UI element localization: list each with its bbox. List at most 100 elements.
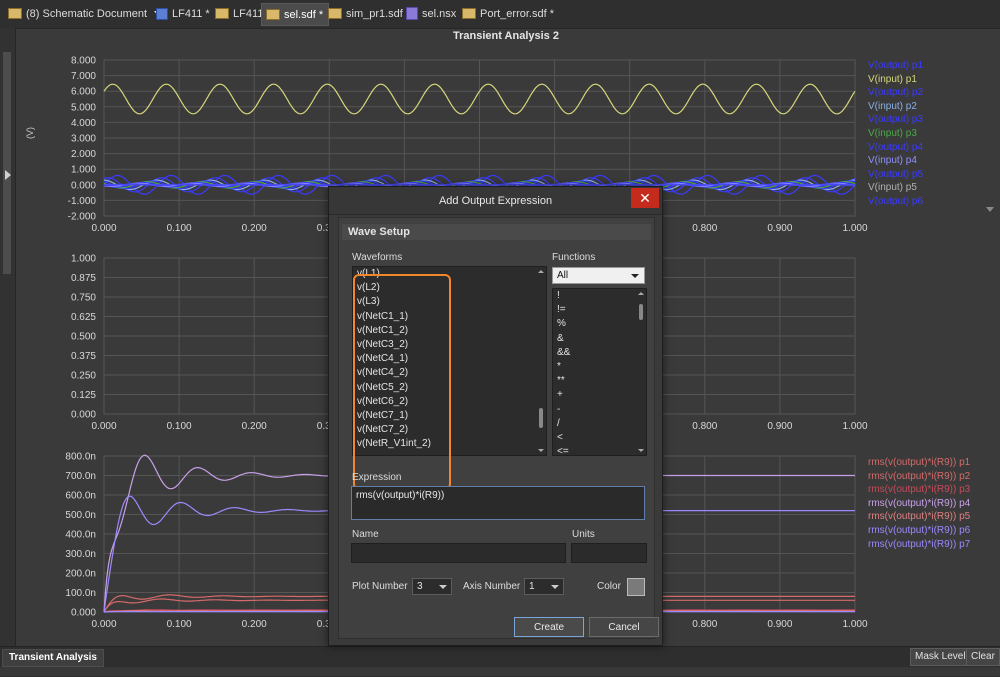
y-tick-label: 0.125 xyxy=(71,390,96,401)
tab-label: (8) Schematic Document xyxy=(26,8,147,20)
legend-entry[interactable]: rms(v(output)*i(R9)) p2 xyxy=(868,470,970,484)
y-tick-label: 0.625 xyxy=(71,312,96,323)
tab-sel-nsx[interactable]: sel.nsx xyxy=(402,3,461,24)
y-tick-label: 7.000 xyxy=(71,71,96,82)
tab-sel-sdf[interactable]: sel.sdf * xyxy=(261,3,329,26)
expand-arrow-icon[interactable] xyxy=(5,170,11,180)
tab-sim-pr1-sdf[interactable]: sim_pr1.sdf xyxy=(324,3,408,24)
scroll-down-icon[interactable] xyxy=(538,449,544,452)
tab-label: Port_error.sdf * xyxy=(480,8,554,20)
legend-entry[interactable]: V(input) p5 xyxy=(868,181,923,195)
x-tick-label: 1.000 xyxy=(842,619,867,630)
name-label: Name xyxy=(352,529,379,540)
x-tick-label: 0.000 xyxy=(91,619,116,630)
function-item[interactable]: & xyxy=(553,332,646,346)
tab-lf411-modified[interactable]: LF411 * xyxy=(152,3,215,24)
close-icon[interactable]: ✕ xyxy=(631,188,659,208)
clear-button[interactable]: Clear xyxy=(966,648,1000,666)
scroll-thumb[interactable] xyxy=(639,304,643,320)
cancel-button[interactable]: Cancel xyxy=(589,617,659,637)
x-tick-label: 0.800 xyxy=(692,421,717,432)
legend-entry[interactable]: V(input) p1 xyxy=(868,73,923,87)
y-tick-label: 1.000 xyxy=(71,254,96,265)
tab-label: sim_pr1.sdf xyxy=(346,8,403,20)
functions-scrollbar[interactable] xyxy=(637,290,645,454)
tab-lf411[interactable]: LF411 xyxy=(211,3,268,24)
x-tick-label: 0.800 xyxy=(692,223,717,234)
function-item[interactable]: % xyxy=(553,317,646,331)
waveforms-scrollbar[interactable] xyxy=(537,268,545,454)
x-tick-label: 1.000 xyxy=(842,223,867,234)
legend-entry[interactable]: rms(v(output)*i(R9)) p4 xyxy=(868,497,970,511)
legend-entry[interactable]: rms(v(output)*i(R9)) p5 xyxy=(868,510,970,524)
wave-setup-panel: Wave Setup Waveforms v(L1)v(L2)v(L3)v(Ne… xyxy=(338,217,655,639)
functions-filter-select[interactable]: All xyxy=(552,267,645,284)
y-tick-label: 3.000 xyxy=(71,134,96,145)
function-item[interactable]: * xyxy=(553,360,646,374)
name-input[interactable] xyxy=(351,543,566,563)
legend-entry[interactable]: V(output) p4 xyxy=(868,141,923,155)
x-tick-label: 0.900 xyxy=(767,619,792,630)
y-tick-label: 0.000 xyxy=(71,180,96,191)
function-item[interactable]: && xyxy=(553,346,646,360)
function-item[interactable]: / xyxy=(553,417,646,431)
legend-entry[interactable]: V(input) p3 xyxy=(868,127,923,141)
legend-entry[interactable]: V(output) p5 xyxy=(868,168,923,182)
scroll-down-icon[interactable] xyxy=(638,449,644,452)
x-tick-label: 0.900 xyxy=(767,421,792,432)
function-item[interactable]: <= xyxy=(553,445,646,459)
scroll-up-icon[interactable] xyxy=(638,292,644,295)
collapse-arrow-icon[interactable] xyxy=(986,207,994,212)
x-tick-label: 0.100 xyxy=(167,223,192,234)
create-button[interactable]: Create xyxy=(514,617,584,637)
plot-1-legend: V(output) p1V(input) p1V(output) p2V(inp… xyxy=(868,59,923,209)
function-item[interactable]: - xyxy=(553,403,646,417)
mask-level-button[interactable]: Mask Level xyxy=(910,648,971,666)
expression-label: Expression xyxy=(352,472,401,483)
tab-label: LF411 * xyxy=(172,8,210,20)
plot-number-label: Plot Number xyxy=(352,581,408,592)
function-item[interactable]: + xyxy=(553,388,646,402)
x-tick-label: 0.200 xyxy=(242,619,267,630)
legend-entry[interactable]: V(input) p4 xyxy=(868,154,923,168)
expression-input[interactable]: rms(v(output)*i(R9)) xyxy=(351,486,645,520)
function-item[interactable]: < xyxy=(553,431,646,445)
units-input[interactable] xyxy=(571,543,647,563)
y-tick-label: 0.500 xyxy=(71,332,96,343)
legend-entry[interactable]: rms(v(output)*i(R9)) p7 xyxy=(868,538,970,552)
legend-entry[interactable]: rms(v(output)*i(R9)) p6 xyxy=(868,524,970,538)
waveforms-highlight xyxy=(353,274,451,490)
tab-transient-analysis[interactable]: Transient Analysis xyxy=(2,649,104,667)
legend-entry[interactable]: V(input) p2 xyxy=(868,100,923,114)
x-tick-label: 0.200 xyxy=(242,421,267,432)
scroll-thumb[interactable] xyxy=(539,408,543,428)
legend-entry[interactable]: V(output) p6 xyxy=(868,195,923,209)
tab-schematic-document[interactable]: (8) Schematic Document xyxy=(4,3,167,24)
legend-entry[interactable]: rms(v(output)*i(R9)) p3 xyxy=(868,483,970,497)
x-tick-label: 0.100 xyxy=(167,421,192,432)
y-tick-label: 0.000 xyxy=(71,410,96,421)
legend-entry[interactable]: V(output) p2 xyxy=(868,86,923,100)
function-item[interactable]: ** xyxy=(553,374,646,388)
scroll-up-icon[interactable] xyxy=(538,270,544,273)
x-tick-label: 0.100 xyxy=(167,619,192,630)
functions-list[interactable]: !!=%&&&***+-/<<= xyxy=(552,288,647,456)
chevron-down-icon xyxy=(551,585,559,589)
y-tick-label: 0.250 xyxy=(71,371,96,382)
function-item[interactable]: ! xyxy=(553,289,646,303)
y-tick-label: 0.750 xyxy=(71,293,96,304)
x-tick-label: 0.000 xyxy=(91,421,116,432)
legend-entry[interactable]: V(output) p3 xyxy=(868,113,923,127)
tab-label: sel.sdf * xyxy=(284,9,323,21)
legend-entry[interactable]: rms(v(output)*i(R9)) p1 xyxy=(868,456,970,470)
function-item[interactable]: != xyxy=(553,303,646,317)
y-tick-label: 300.0n xyxy=(65,549,96,560)
plot-number-select[interactable]: 3 xyxy=(412,578,452,595)
tab-port-error-sdf[interactable]: Port_error.sdf * xyxy=(458,3,559,24)
legend-entry[interactable]: V(output) p1 xyxy=(868,59,923,73)
axis-number-select[interactable]: 1 xyxy=(524,578,564,595)
functions-label: Functions xyxy=(552,252,595,263)
y-tick-label: 800.0n xyxy=(65,452,96,463)
panel-resize-handle[interactable] xyxy=(3,52,11,274)
color-swatch[interactable] xyxy=(627,578,645,596)
